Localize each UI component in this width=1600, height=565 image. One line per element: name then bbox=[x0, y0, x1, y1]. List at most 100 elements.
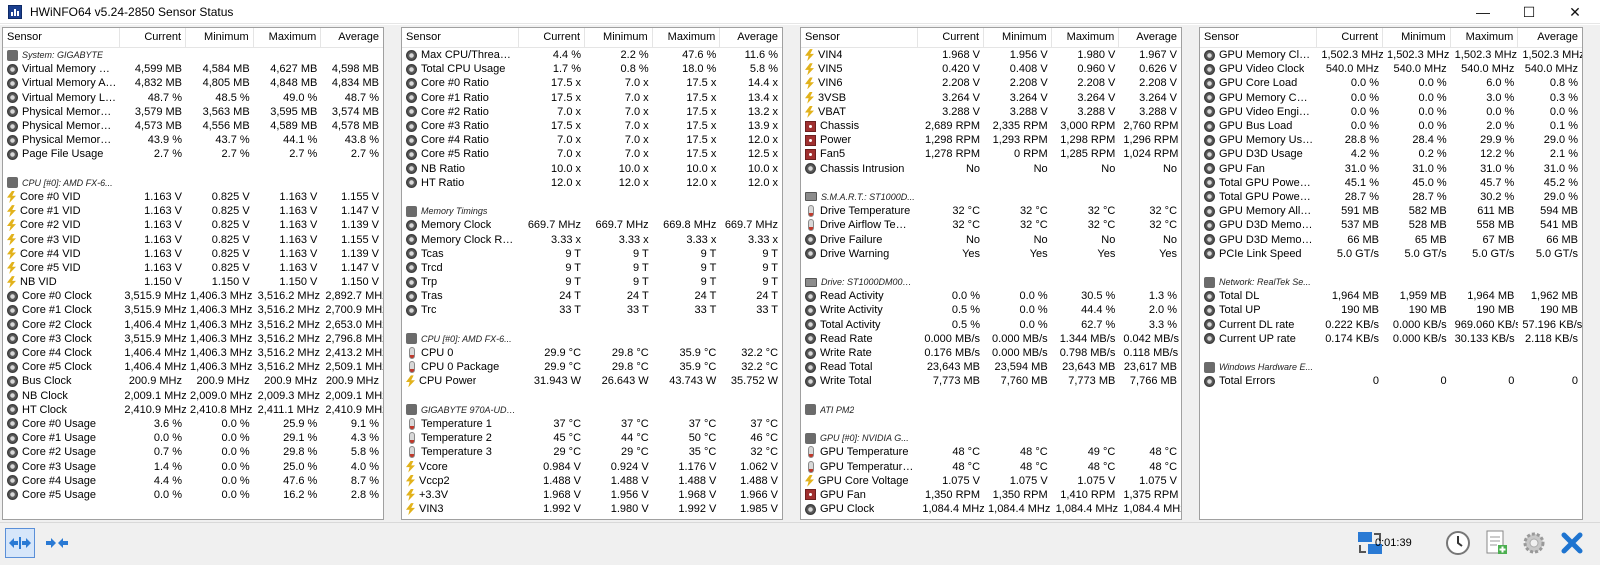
sensor-row[interactable]: Physical Memory Load 43.9 % 43.7 % 44.1 % 43… bbox=[3, 133, 383, 147]
sensor-row[interactable]: Memory Clock 669.7 MHz 669.7 MHz 669.8 MHz 6… bbox=[402, 218, 782, 232]
sensor-row[interactable]: Tcas 9 T 9 T 9 T 9 T bbox=[402, 247, 782, 261]
sensor-row[interactable]: GPU Clock 1,084.4 MHz 1,084.4 MHz 1,084.4 M… bbox=[801, 502, 1181, 516]
sensor-row[interactable]: GPU D3D Usage 4.2 % 0.2 % 12.2 % 2.1 % bbox=[1200, 147, 1582, 161]
column-header-sensor[interactable]: Sensor bbox=[3, 28, 121, 47]
sensor-row[interactable]: Core #0 Ratio 17.5 x 7.0 x 17.5 x 14.4 x bbox=[402, 76, 782, 90]
sensor-row[interactable]: Drive Temperature 32 °C 32 °C 32 °C 32 °C bbox=[801, 204, 1181, 218]
sensor-row[interactable]: Core #3 Usage 1.4 % 0.0 % 25.0 % 4.0 % bbox=[3, 459, 383, 473]
sensor-group-header[interactable]: S.M.A.R.T.: ST1000D... bbox=[801, 190, 1181, 204]
sensor-panel-3[interactable]: Sensor Current Minimum Maximum Average VIN4 1.… bbox=[800, 27, 1182, 520]
sensor-group-header[interactable]: GPU [#0]: NVIDIA G... bbox=[801, 431, 1181, 445]
sensor-row[interactable]: Core #1 VID 1.163 V 0.825 V 1.163 V 1.147 V bbox=[3, 204, 383, 218]
close-window-button[interactable]: ✕ bbox=[1552, 0, 1598, 24]
sensor-row[interactable]: GPU Memory Clock 1,502.3 MHz 1,502.3 MHz 1,… bbox=[1200, 48, 1582, 62]
sensor-row[interactable]: +3.3V 1.968 V 1.956 V 1.968 V 1.966 V bbox=[402, 488, 782, 502]
sensor-group-header[interactable]: CPU [#0]: AMD FX-6... bbox=[402, 332, 782, 346]
sensor-row[interactable]: GPU Temperature (... 48 °C 48 °C 48 °C 48 °C bbox=[801, 459, 1181, 473]
column-header-maximum[interactable]: Maximum bbox=[254, 28, 322, 47]
sensor-row[interactable]: Core #0 Clock 3,515.9 MHz 1,406.3 MHz 3,516… bbox=[3, 289, 383, 303]
column-header-current[interactable]: Current bbox=[120, 28, 187, 47]
sensor-row[interactable]: Memory Clock Ratio 3.33 x 3.33 x 3.33 x 3.33… bbox=[402, 232, 782, 246]
column-header-minimum[interactable]: Minimum bbox=[186, 28, 254, 47]
sensor-row[interactable]: Core #3 VID 1.163 V 0.825 V 1.163 V 1.155 V bbox=[3, 232, 383, 246]
sensor-row[interactable]: NB VID 1.150 V 1.150 V 1.150 V 1.150 V bbox=[3, 275, 383, 289]
sensor-panel-1[interactable]: Sensor Current Minimum Maximum Average System… bbox=[2, 27, 384, 520]
sensor-row[interactable]: NB Clock 2,009.1 MHz 2,009.0 MHz 2,009.3 MH… bbox=[3, 389, 383, 403]
expand-icon[interactable] bbox=[5, 528, 35, 558]
settings-icon[interactable] bbox=[1519, 528, 1549, 558]
sensor-row[interactable]: HT Clock 2,410.9 MHz 2,410.8 MHz 2,411.1 MH… bbox=[3, 403, 383, 417]
column-header-sensor[interactable]: Sensor bbox=[1200, 28, 1318, 47]
sensor-row[interactable]: Core #5 Usage 0.0 % 0.0 % 16.2 % 2.8 % bbox=[3, 488, 383, 502]
sensor-row[interactable]: Total GPU Power (n... 45.1 % 45.0 % 45.7 % 4… bbox=[1200, 176, 1582, 190]
sensor-row[interactable]: Vcore 0.984 V 0.924 V 1.176 V 1.062 V bbox=[402, 459, 782, 473]
sensor-row[interactable]: VIN4 1.968 V 1.956 V 1.980 V 1.967 V bbox=[801, 48, 1181, 62]
sensor-row[interactable]: Core #4 VID 1.163 V 0.825 V 1.163 V 1.139 V bbox=[3, 247, 383, 261]
sensor-row[interactable]: CPU Power 31.943 W 26.643 W 43.743 W 35.752 … bbox=[402, 374, 782, 388]
sensor-row[interactable]: Core #5 Clock 1,406.4 MHz 1,406.3 MHz 3,516… bbox=[3, 360, 383, 374]
sensor-row[interactable]: Chassis 2,689 RPM 2,335 RPM 3,000 RPM 2,760 … bbox=[801, 119, 1181, 133]
sensor-row[interactable]: NB Ratio 10.0 x 10.0 x 10.0 x 10.0 x bbox=[402, 162, 782, 176]
sensor-row[interactable]: GPU Memory Contr... 0.0 % 0.0 % 3.0 % 0.3 % bbox=[1200, 91, 1582, 105]
sensor-row[interactable]: Core #2 Clock 1,406.4 MHz 1,406.3 MHz 3,516… bbox=[3, 318, 383, 332]
sensor-row[interactable]: GPU Bus Load 0.0 % 0.0 % 2.0 % 0.1 % bbox=[1200, 119, 1582, 133]
sensor-row[interactable]: Core #5 Ratio 7.0 x 7.0 x 17.5 x 12.5 x bbox=[402, 147, 782, 161]
sensor-row[interactable]: GPU Fan 1,350 RPM 1,350 RPM 1,410 RPM 1,375 … bbox=[801, 488, 1181, 502]
sensor-group-header[interactable]: Drive: ST1000DM003-... bbox=[801, 275, 1181, 289]
sensor-group-header[interactable]: Windows Hardware E... bbox=[1200, 360, 1582, 374]
sensor-group-header[interactable]: GIGABYTE 970A-UD3... bbox=[402, 403, 782, 417]
sensor-row[interactable]: VIN5 0.420 V 0.408 V 0.960 V 0.626 V bbox=[801, 62, 1181, 76]
sensor-row[interactable]: Write Rate 0.176 MB/s 0.000 MB/s 0.798 MB/s… bbox=[801, 346, 1181, 360]
sensor-row[interactable]: Physical Memory Av... 4,573 MB 4,556 MB 4,5… bbox=[3, 119, 383, 133]
sensor-row[interactable]: GPU Core Voltage 1.075 V 1.075 V 1.075 V 1.0… bbox=[801, 474, 1181, 488]
sensor-row[interactable]: HT Ratio 12.0 x 12.0 x 12.0 x 12.0 x bbox=[402, 176, 782, 190]
sensor-row[interactable]: GPU D3D Memory D... 66 MB 65 MB 67 MB 66 MB bbox=[1200, 232, 1582, 246]
sensor-group-header[interactable]: ATI PM2 bbox=[801, 403, 1181, 417]
column-header-minimum[interactable]: Minimum bbox=[1383, 28, 1451, 47]
sensor-panel-2[interactable]: Sensor Current Minimum Maximum Average Max CP… bbox=[401, 27, 783, 520]
sensor-row[interactable]: Trc 33 T 33 T 33 T 33 T bbox=[402, 303, 782, 317]
sensor-row[interactable]: Core #1 Usage 0.0 % 0.0 % 29.1 % 4.3 % bbox=[3, 431, 383, 445]
sensor-row[interactable]: Vccp2 1.488 V 1.488 V 1.488 V 1.488 V bbox=[402, 474, 782, 488]
sensor-row[interactable]: Total GPU Power [... 28.7 % 28.7 % 30.2 % 29… bbox=[1200, 190, 1582, 204]
sensor-row[interactable]: Current DL rate 0.222 KB/s 0.000 KB/s 969.0… bbox=[1200, 318, 1582, 332]
sensor-row[interactable]: Tras 24 T 24 T 24 T 24 T bbox=[402, 289, 782, 303]
add-log-icon[interactable] bbox=[1481, 528, 1511, 558]
sensor-row[interactable]: Virtual Memory Load 48.7 % 48.5 % 49.0 % 48.… bbox=[3, 91, 383, 105]
sensor-row[interactable]: Physical Memory Used 3,579 MB 3,563 MB 3,59… bbox=[3, 105, 383, 119]
sensor-row[interactable]: Chassis Intrusion No No No No bbox=[801, 162, 1181, 176]
sensor-row[interactable]: GPU Core Load 0.0 % 0.0 % 6.0 % 0.8 % bbox=[1200, 76, 1582, 90]
sensor-row[interactable]: Total UP 190 MB 190 MB 190 MB 190 MB bbox=[1200, 303, 1582, 317]
sensor-row[interactable]: Power 1,298 RPM 1,293 RPM 1,298 RPM 1,296 RP… bbox=[801, 133, 1181, 147]
sensor-row[interactable]: 3VSB 3.264 V 3.264 V 3.264 V 3.264 V bbox=[801, 91, 1181, 105]
sensor-row[interactable]: Temperature 2 45 °C 44 °C 50 °C 46 °C bbox=[402, 431, 782, 445]
sensor-row[interactable]: Temperature 1 37 °C 37 °C 37 °C 37 °C bbox=[402, 417, 782, 431]
column-header-average[interactable]: Average bbox=[1518, 28, 1582, 47]
sensor-row[interactable]: Drive Airflow Temp... 32 °C 32 °C 32 °C 32 °… bbox=[801, 218, 1181, 232]
sensor-row[interactable]: CPU 0 Package 29.9 °C 29.8 °C 35.9 °C 32.2 °… bbox=[402, 360, 782, 374]
sensor-row[interactable]: Core #2 Ratio 7.0 x 7.0 x 17.5 x 13.2 x bbox=[402, 105, 782, 119]
column-header-minimum[interactable]: Minimum bbox=[585, 28, 653, 47]
sensor-row[interactable]: Bus Clock 200.9 MHz 200.9 MHz 200.9 MHz 200.… bbox=[3, 374, 383, 388]
column-header-maximum[interactable]: Maximum bbox=[1052, 28, 1120, 47]
collapse-icon[interactable] bbox=[42, 528, 72, 558]
sensor-row[interactable]: GPU Memory Usage 28.8 % 28.4 % 29.9 % 29.0 % bbox=[1200, 133, 1582, 147]
sensor-row[interactable]: PCIe Link Speed 5.0 GT/s 5.0 GT/s 5.0 GT/s 5… bbox=[1200, 247, 1582, 261]
sensor-row[interactable]: Core #2 VID 1.163 V 0.825 V 1.163 V 1.139 V bbox=[3, 218, 383, 232]
column-header-maximum[interactable]: Maximum bbox=[1451, 28, 1519, 47]
sensor-row[interactable]: Temperature 3 29 °C 29 °C 35 °C 32 °C bbox=[402, 445, 782, 459]
sensor-row[interactable]: Core #4 Usage 4.4 % 0.0 % 47.6 % 8.7 % bbox=[3, 474, 383, 488]
column-header-sensor[interactable]: Sensor bbox=[801, 28, 919, 47]
sensor-row[interactable]: GPU Fan 31.0 % 31.0 % 31.0 % 31.0 % bbox=[1200, 162, 1582, 176]
sensor-row[interactable]: Total Activity 0.5 % 0.0 % 62.7 % 3.3 % bbox=[801, 318, 1181, 332]
sensor-row[interactable]: Drive Warning Yes Yes Yes Yes bbox=[801, 247, 1181, 261]
sensor-row[interactable]: CPU 0 29.9 °C 29.8 °C 35.9 °C 32.2 °C bbox=[402, 346, 782, 360]
sensor-row[interactable]: Virtual Memory Com... 4,599 MB 4,584 MB 4,6… bbox=[3, 62, 383, 76]
minimize-button[interactable]: — bbox=[1460, 0, 1506, 24]
sensor-row[interactable]: VIN3 1.992 V 1.980 V 1.992 V 1.985 V bbox=[402, 502, 782, 516]
column-header-current[interactable]: Current bbox=[1317, 28, 1384, 47]
sensor-row[interactable]: Total CPU Usage 1.7 % 0.8 % 18.0 % 5.8 % bbox=[402, 62, 782, 76]
sensor-row[interactable]: Read Total 23,643 MB 23,594 MB 23,643 MB 23,… bbox=[801, 360, 1181, 374]
sensor-row[interactable]: Drive Failure No No No No bbox=[801, 232, 1181, 246]
sensor-group-header[interactable]: Memory Timings bbox=[402, 204, 782, 218]
